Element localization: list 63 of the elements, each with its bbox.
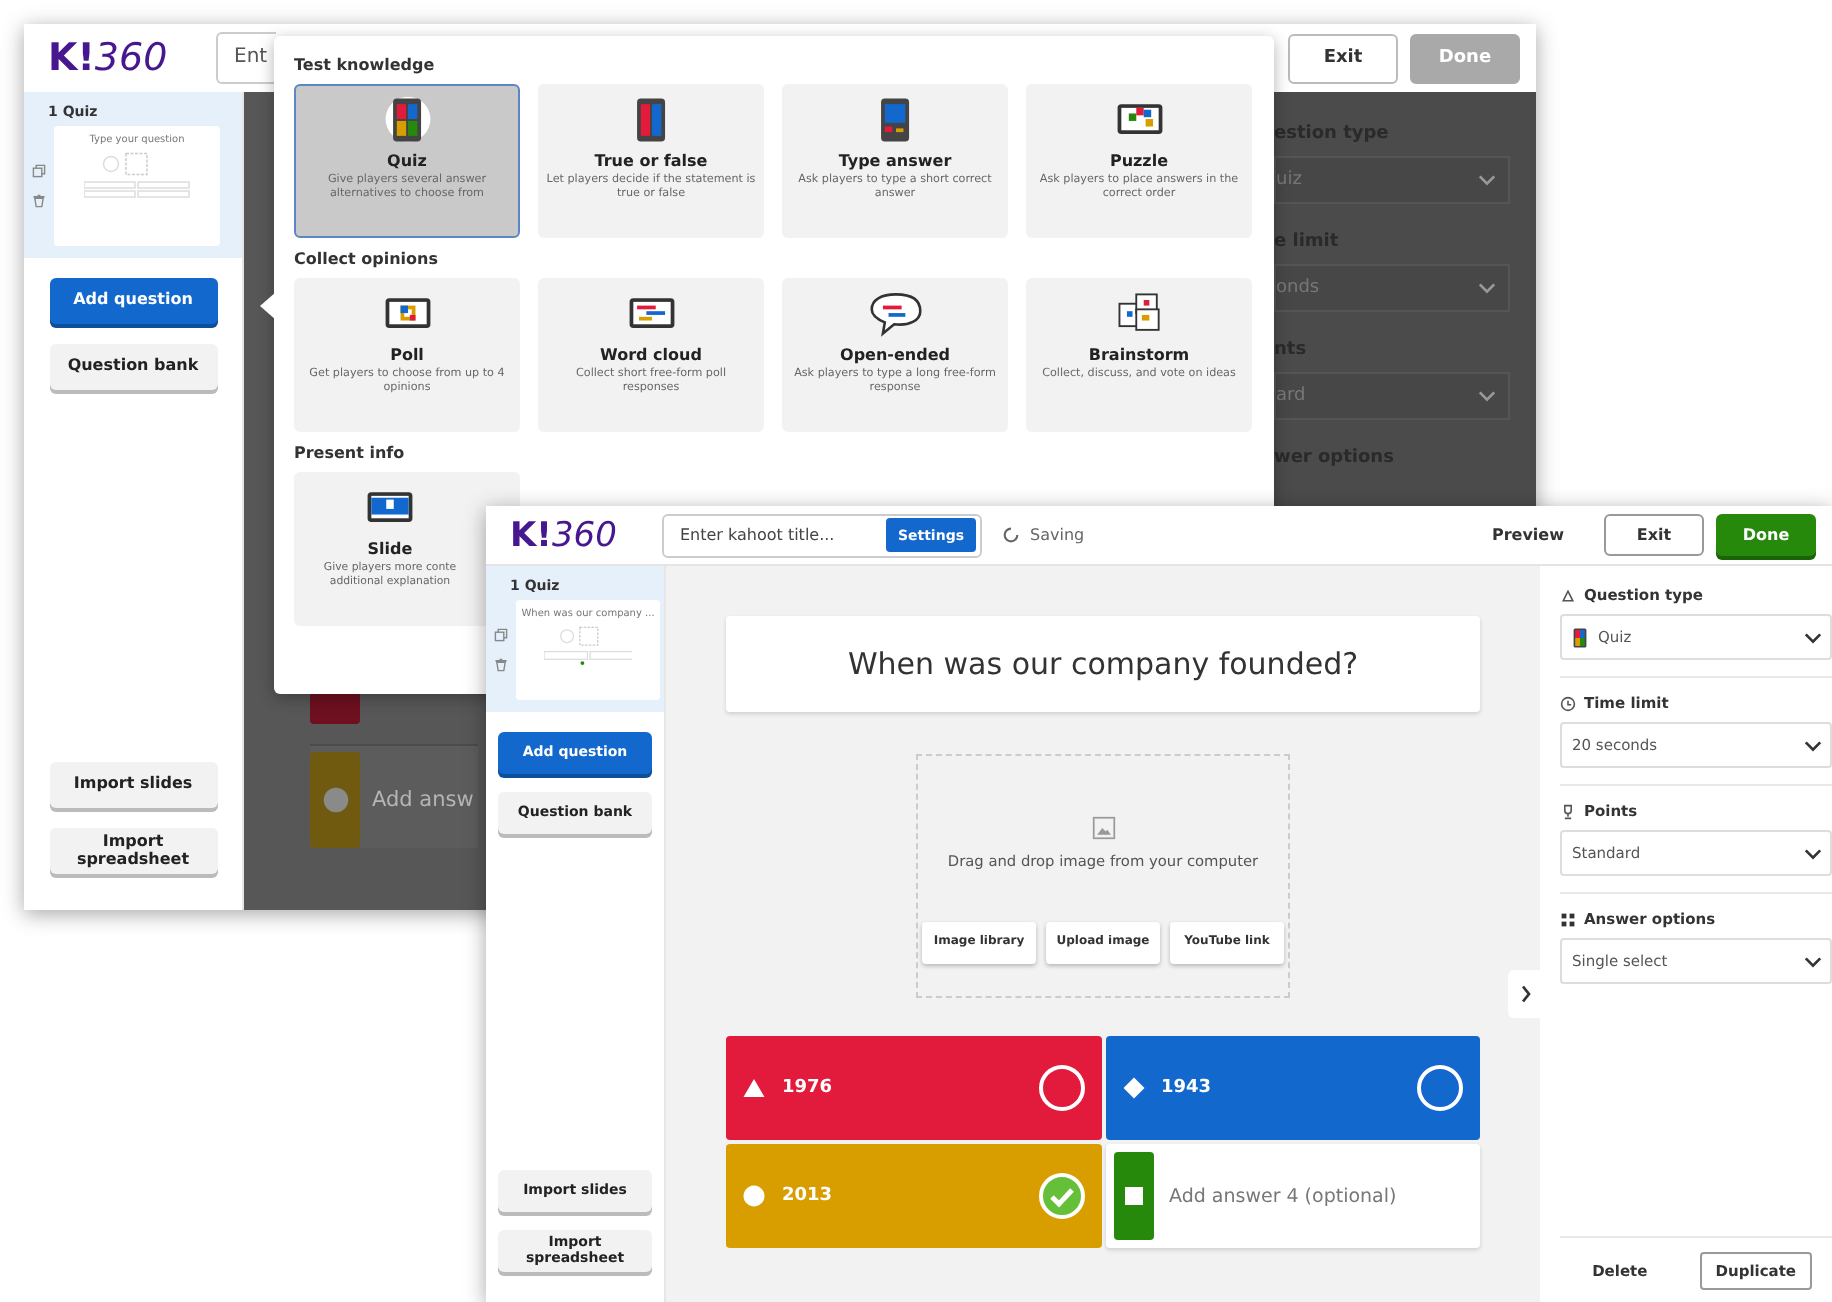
question-type-name: Quiz bbox=[387, 152, 427, 170]
chevron-down-icon bbox=[1804, 955, 1822, 967]
duplicate-icon[interactable] bbox=[494, 628, 508, 642]
answer-text: 1976 bbox=[782, 1078, 833, 1098]
chevron-right-icon bbox=[1520, 984, 1532, 1004]
chevron-down-icon bbox=[1478, 174, 1496, 186]
question-type-name: Word cloud bbox=[600, 346, 702, 364]
trash-icon[interactable] bbox=[32, 194, 46, 208]
import-button[interactable]: Import spreadsheet bbox=[49, 828, 217, 874]
question-type-name: Slide bbox=[365, 540, 415, 558]
spinner-icon bbox=[1002, 526, 1020, 544]
sidebar-button[interactable]: Question bank bbox=[49, 344, 217, 390]
question-field[interactable]: When was our company founded? bbox=[726, 616, 1480, 712]
quiz-icon bbox=[1572, 627, 1588, 647]
triangle-icon bbox=[742, 1076, 766, 1100]
status-text: Saving bbox=[1030, 526, 1085, 544]
header-link[interactable]: Preview bbox=[1479, 514, 1576, 556]
section-title: Test knowledge bbox=[294, 56, 437, 74]
question-type-name: True or false bbox=[594, 152, 708, 170]
answer-toggle[interactable] bbox=[1037, 1064, 1085, 1112]
trophy-icon bbox=[1560, 803, 1576, 819]
question-type-name: Type answer bbox=[838, 152, 952, 170]
section-title: Collect opinions bbox=[294, 250, 440, 268]
import-button[interactable]: Import slides bbox=[49, 762, 217, 808]
answer-toggle[interactable] bbox=[1416, 1064, 1464, 1112]
duplicate-icon[interactable] bbox=[32, 164, 46, 178]
answer-text: 2013 bbox=[782, 1186, 833, 1206]
question-type-name: Open-ended bbox=[840, 346, 950, 364]
answer-placeholder: Add answ bbox=[372, 788, 474, 812]
answer-tile[interactable]: 1976 bbox=[726, 1036, 1101, 1140]
thumbnail-drawing bbox=[543, 626, 633, 667]
header-button[interactable]: Exit bbox=[1288, 33, 1398, 83]
logo: K!360 bbox=[48, 36, 170, 80]
answer-tile[interactable]: 1943 bbox=[1105, 1036, 1480, 1140]
header-button[interactable]: Done bbox=[1716, 514, 1816, 556]
diamond-icon bbox=[1121, 1076, 1145, 1100]
chevron-down-icon bbox=[1804, 631, 1822, 643]
thumbnail-drawing bbox=[84, 152, 190, 200]
circle-icon bbox=[321, 786, 349, 814]
answer-placeholder: Add answer 4 (optional) bbox=[1169, 1185, 1397, 1207]
question-type-name: Puzzle bbox=[1109, 152, 1169, 170]
section-title: Present info bbox=[294, 444, 407, 462]
question-type-name: Brainstorm bbox=[1088, 346, 1190, 364]
shapes-icon bbox=[1560, 587, 1576, 603]
expand-panel-button[interactable] bbox=[1508, 970, 1544, 1018]
header-button[interactable]: Exit bbox=[1604, 514, 1704, 556]
clock-icon bbox=[1560, 695, 1576, 711]
question-type-name: Poll bbox=[390, 346, 424, 364]
answer-field[interactable]: Add answer 4 (optional) bbox=[1105, 1144, 1480, 1248]
chevron-down-icon bbox=[1804, 739, 1822, 751]
chevron-down-icon bbox=[1478, 390, 1496, 402]
image-icon bbox=[1091, 816, 1115, 840]
circle-icon bbox=[742, 1184, 766, 1208]
trash-icon[interactable] bbox=[494, 658, 508, 672]
check-icon[interactable] bbox=[1037, 1172, 1085, 1220]
chevron-down-icon bbox=[1478, 282, 1496, 294]
speech-bubble-icon bbox=[867, 288, 923, 340]
sidebar-button[interactable]: Add question bbox=[49, 278, 217, 324]
answer-text: 1943 bbox=[1161, 1078, 1212, 1098]
chevron-down-icon bbox=[1804, 847, 1822, 859]
answer-tile bbox=[310, 692, 360, 724]
square-icon bbox=[1121, 1184, 1145, 1208]
grid-icon bbox=[1560, 911, 1576, 927]
